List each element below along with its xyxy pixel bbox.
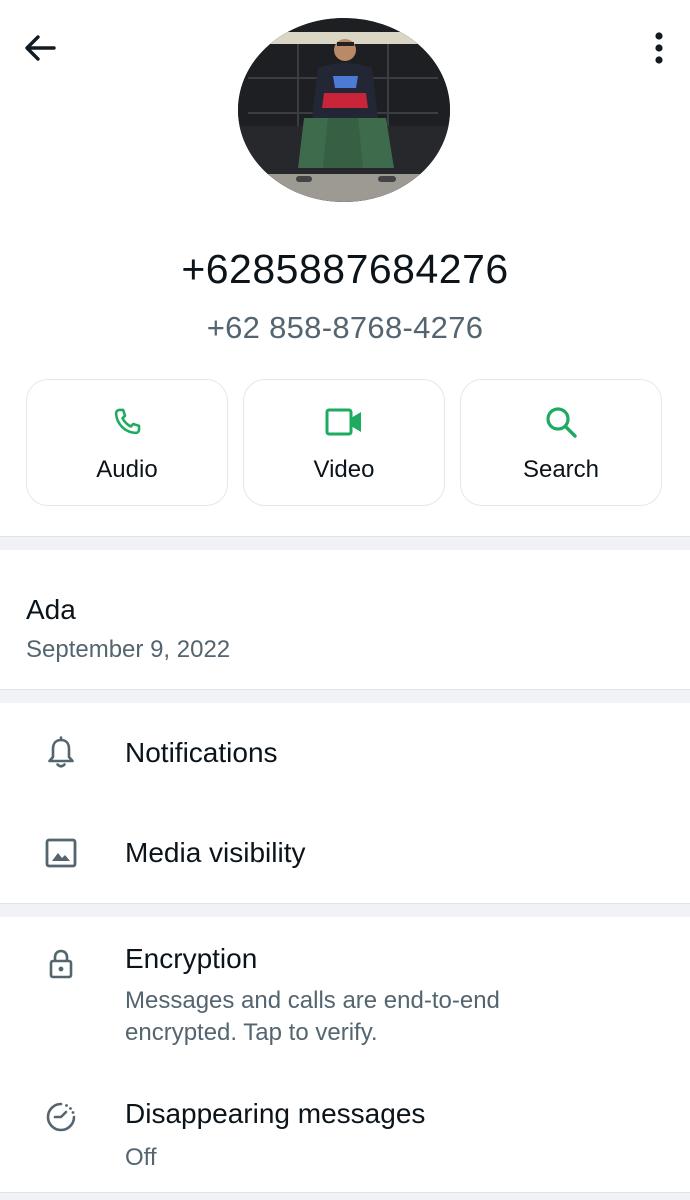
notifications-row[interactable]: Notifications [0, 703, 690, 803]
audio-label: Audio [96, 456, 158, 483]
bell-icon [44, 736, 78, 770]
encryption-title: Encryption [125, 943, 258, 974]
contact-phone: +62 858-8768-4276 [206, 310, 484, 345]
arrow-left-icon [25, 35, 56, 61]
disappearing-messages-title: Disappearing messages [125, 1098, 426, 1129]
encryption-subtitle-line2: encrypted. Tap to verify. [125, 1019, 378, 1046]
encryption-subtitle-line1: Messages and calls are end-to-end [125, 987, 500, 1014]
contact-info-screen: +6285887684276 +62 858-8768-4276 Audio V… [0, 0, 690, 1200]
back-button[interactable] [18, 28, 62, 68]
section-divider [0, 1192, 690, 1200]
audio-call-button[interactable]: Audio [26, 379, 228, 506]
about-status[interactable]: Ada [26, 594, 76, 626]
section-divider [0, 903, 690, 917]
disappearing-messages-value: Off [125, 1144, 157, 1171]
search-icon [546, 407, 577, 438]
section-divider [0, 536, 690, 550]
video-call-button[interactable]: Video [243, 379, 445, 506]
videocam-icon [325, 408, 361, 436]
image-icon [44, 836, 78, 870]
media-visibility-label: Media visibility [125, 837, 306, 868]
about-date: September 9, 2022 [26, 636, 231, 663]
search-button[interactable]: Search [460, 379, 662, 506]
more-options-button[interactable] [648, 28, 670, 68]
lock-icon [44, 947, 78, 981]
encryption-row[interactable]: Encryption Messages and calls are end-to… [0, 917, 690, 1067]
avatar[interactable] [238, 18, 450, 202]
media-visibility-row[interactable]: Media visibility [0, 803, 690, 903]
action-buttons: Audio Video Search [26, 379, 662, 506]
timer-icon [44, 1100, 78, 1134]
video-label: Video [313, 456, 375, 483]
phone-icon [114, 408, 141, 435]
disappearing-messages-row[interactable]: Disappearing messages Off [0, 1080, 690, 1190]
notifications-label: Notifications [125, 737, 278, 768]
contact-name: +6285887684276 [181, 246, 509, 292]
section-divider [0, 689, 690, 703]
more-vert-icon [655, 32, 663, 64]
search-label: Search [522, 456, 600, 483]
